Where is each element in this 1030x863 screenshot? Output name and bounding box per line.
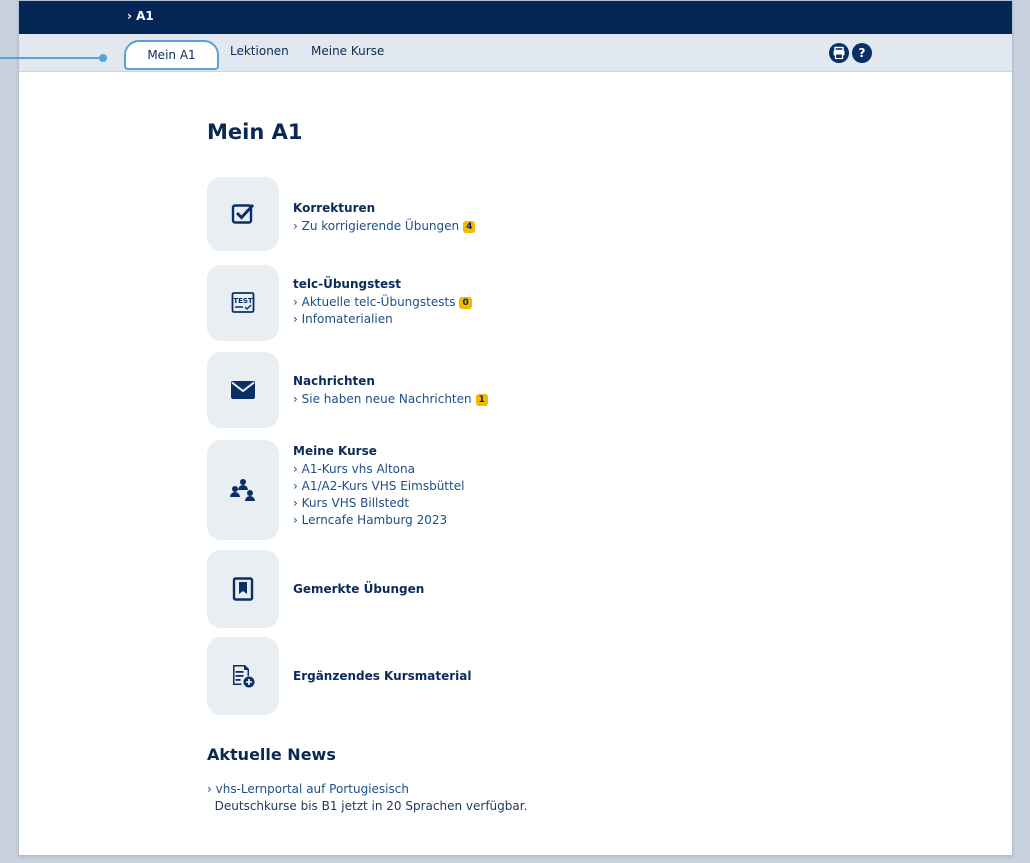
count-badge: 4 xyxy=(463,221,476,233)
section-heading: telc-Übungstest xyxy=(293,277,401,291)
nav-bar: Mein A1 Lektionen Meine Kurse ? xyxy=(19,34,1012,72)
main-content: Mein A1 Korrekturen › Zu korrigierende Ü… xyxy=(207,120,907,813)
group-icon[interactable] xyxy=(207,440,279,540)
checkbox-icon[interactable] xyxy=(207,177,279,251)
news-heading: Aktuelle News xyxy=(207,745,336,764)
breadcrumb[interactable]: › A1 xyxy=(127,9,154,23)
count-badge: 0 xyxy=(459,297,472,309)
link-kurs-altona[interactable]: › A1-Kurs vhs Altona xyxy=(293,461,464,478)
link-aktuelle-telc-uebungstests[interactable]: › Aktuelle telc-Übungstests 0 xyxy=(293,294,472,311)
link-zu-korrigierende-uebungen[interactable]: › Zu korrigierende Übungen 4 xyxy=(293,218,476,235)
section-gemerkte-uebungen: Gemerkte Übungen xyxy=(207,550,424,628)
section-meine-kurse: Meine Kurse › A1-Kurs vhs Altona › A1/A2… xyxy=(207,440,464,540)
news-link[interactable]: › vhs-Lernportal auf Portugiesisch xyxy=(207,782,409,796)
test-icon[interactable]: TEST xyxy=(207,265,279,341)
top-bar: › A1 xyxy=(19,1,1012,34)
section-heading: Meine Kurse xyxy=(293,444,377,458)
tab-lektionen[interactable]: Lektionen xyxy=(230,44,289,58)
count-badge: 1 xyxy=(475,394,488,406)
tab-meine-kurse[interactable]: Meine Kurse xyxy=(311,44,384,58)
section-heading[interactable]: Gemerkte Übungen xyxy=(293,582,424,596)
bookmark-icon[interactable] xyxy=(207,550,279,628)
help-icon[interactable]: ? xyxy=(852,43,872,63)
link-infomaterialien[interactable]: › Infomaterialien xyxy=(293,311,472,328)
link-neue-nachrichten[interactable]: › Sie haben neue Nachrichten 1 xyxy=(293,391,488,408)
section-telc: TEST telc-Übungstest › Aktuelle telc-Übu… xyxy=(207,265,472,341)
callout-line xyxy=(0,57,102,59)
news-text: Deutschkurse bis B1 jetzt in 20 Sprachen… xyxy=(214,799,528,813)
callout-dot xyxy=(99,54,107,62)
link-kurs-eimsbuettel[interactable]: › A1/A2-Kurs VHS Eimsbüttel xyxy=(293,478,464,495)
print-icon[interactable] xyxy=(829,43,849,63)
section-heading: Korrekturen xyxy=(293,201,376,215)
link-lerncafe-hamburg[interactable]: › Lerncafe Hamburg 2023 xyxy=(293,512,464,529)
section-ergaenzendes-kursmaterial: Ergänzendes Kursmaterial xyxy=(207,637,471,715)
section-korrekturen: Korrekturen › Zu korrigierende Übungen 4 xyxy=(207,177,476,251)
add-document-icon[interactable] xyxy=(207,637,279,715)
page-title: Mein A1 xyxy=(207,120,303,144)
link-kurs-billstedt[interactable]: › Kurs VHS Billstedt xyxy=(293,495,464,512)
section-nachrichten: Nachrichten › Sie haben neue Nachrichten… xyxy=(207,352,488,428)
section-heading: Nachrichten xyxy=(293,374,375,388)
tab-mein-a1[interactable]: Mein A1 xyxy=(124,40,219,70)
section-heading[interactable]: Ergänzendes Kursmaterial xyxy=(293,669,471,683)
svg-text:TEST: TEST xyxy=(233,297,253,305)
envelope-icon[interactable] xyxy=(207,352,279,428)
